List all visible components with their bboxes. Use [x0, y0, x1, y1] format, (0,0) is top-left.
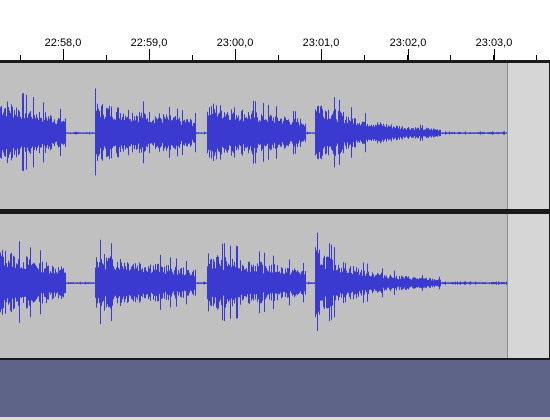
major-tick	[408, 49, 409, 60]
time-label: 23:01,0	[302, 37, 340, 49]
time-label: 22:59,0	[130, 37, 168, 49]
time-label: 23:00,0	[216, 37, 254, 49]
track-end-area	[507, 214, 549, 358]
time-label: 23:02,0	[389, 37, 427, 49]
time-label: 23:03,0	[475, 37, 513, 49]
track-end-area	[507, 63, 549, 209]
waveform	[0, 88, 507, 176]
audio-track[interactable]	[0, 60, 550, 420]
timeline-ruler[interactable]: 22:58,0 22:59,0 23:00,0 23:01,0 23:02,0 …	[0, 0, 550, 61]
time-label: 22:58,0	[44, 37, 82, 49]
right-channel[interactable]	[0, 214, 549, 358]
waveform	[0, 232, 507, 332]
left-channel[interactable]	[0, 63, 549, 209]
empty-track-area[interactable]	[0, 360, 550, 409]
major-tick	[494, 49, 495, 60]
